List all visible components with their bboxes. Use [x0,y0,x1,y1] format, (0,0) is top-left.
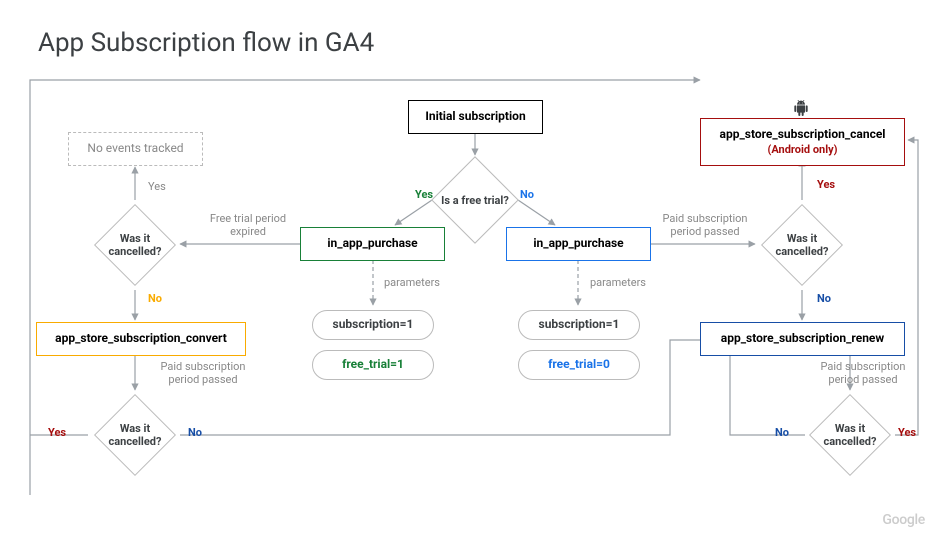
edge-label-yes-left1: Yes [148,180,166,193]
node-subscription-cancel: app_store_subscription_cancel (Android o… [700,118,905,166]
edge-label-yes-right2: Yes [898,426,916,439]
decision-cancelled-left: Was it cancelled? [90,200,180,290]
edge-label-yes-right1: Yes [817,178,835,191]
label-paid-passed-right-bottom: Paid subscription period passed [808,360,918,386]
param-free-trial-0: free_trial=0 [518,350,640,380]
edge-label-no-right2: No [775,426,789,439]
page-title: App Subscription flow in GA4 [38,28,374,58]
param-subscription-right: subscription=1 [518,310,640,340]
edge-label-no-left2: No [188,426,202,439]
edge-label-no-left1: No [148,292,162,305]
node-iap-free-trial: in_app_purchase [300,227,445,261]
decision-cancelled-right2: Was it cancelled? [805,390,895,480]
label-paid-passed-left: Paid subscription period passed [150,360,256,386]
google-logo: Google [882,512,925,528]
edge-label-no: No [520,188,534,201]
label-parameters-right: parameters [590,276,646,289]
param-free-trial-1: free_trial=1 [312,350,434,380]
android-icon [793,100,809,120]
decision-cancelled-left2: Was it cancelled? [90,390,180,480]
node-initial-subscription: Initial subscription [408,100,543,134]
node-subscription-convert: app_store_subscription_convert [36,322,246,356]
edge-label-yes-left2: Yes [48,426,66,439]
decision-cancelled-right: Was it cancelled? [757,200,847,290]
param-subscription-left: subscription=1 [312,310,434,340]
edge-label-yes: Yes [415,188,433,201]
node-iap-paid: in_app_purchase [506,227,651,261]
label-paid-passed-right-top: Paid subscription period passed [650,212,760,238]
node-subscription-renew: app_store_subscription_renew [700,322,905,356]
edge-label-no-right1: No [817,292,831,305]
label-parameters-left: parameters [384,276,440,289]
node-no-events: No events tracked [68,132,203,166]
label-free-trial-expired: Free trial period expired [198,212,298,238]
